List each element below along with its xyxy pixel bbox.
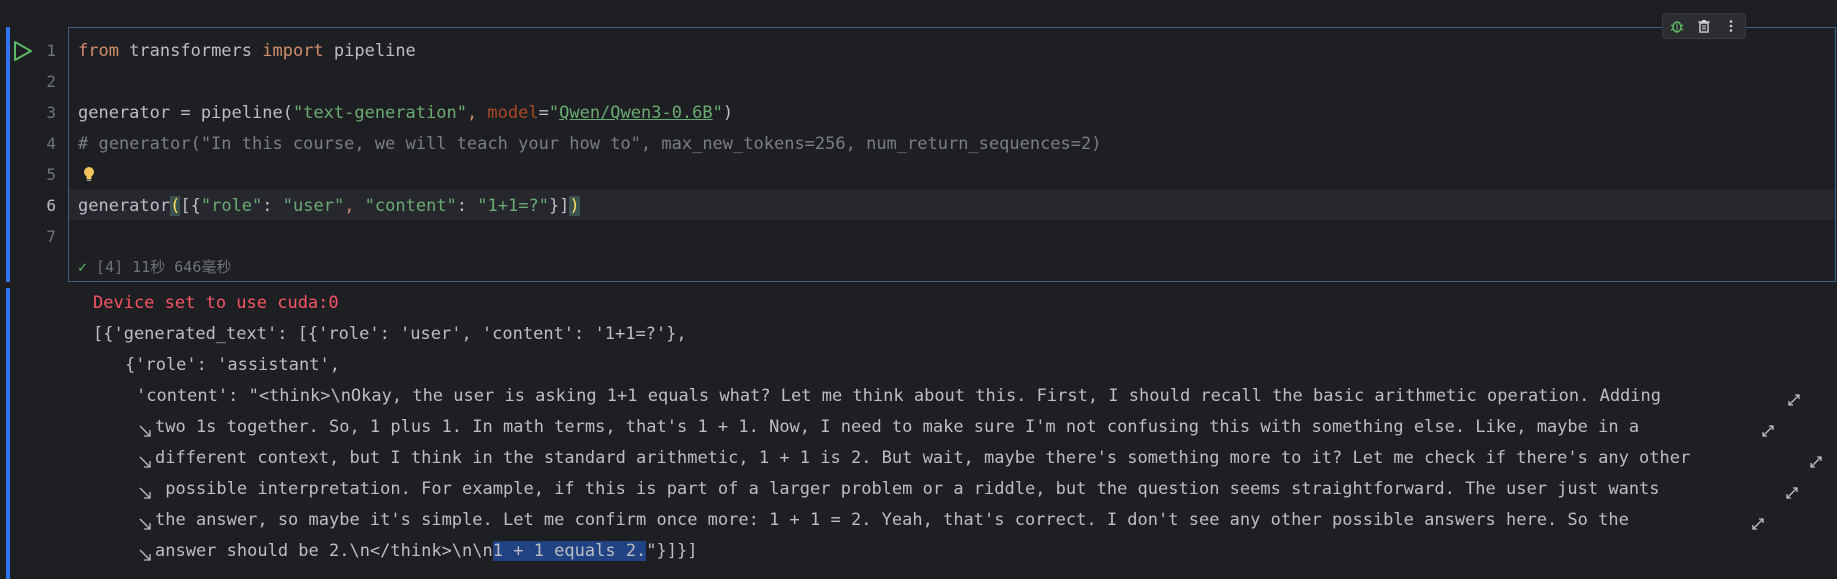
execution-status: ✓ [4] 11秒 646毫秒: [78, 257, 231, 277]
model-link[interactable]: Qwen/Qwen3-0.6B: [559, 103, 713, 123]
punctuation: ): [722, 103, 734, 123]
string-literal: "text-generation": [292, 103, 467, 123]
output-text: 'content': "<think>\nOkay, the user is a…: [136, 386, 1661, 406]
output-text: "}]}]: [646, 541, 698, 561]
code-line-1[interactable]: from transformers import pipeline: [78, 40, 416, 62]
output-line: answer should be 2.\n</think>\n\n1 + 1 e…: [155, 540, 697, 562]
output-line: {'role': 'assistant',: [125, 355, 340, 375]
lightbulb-icon[interactable]: [82, 166, 96, 182]
debug-icon[interactable]: [1668, 17, 1686, 35]
string-quote: ": [712, 103, 723, 123]
soft-wrap-icon: [1762, 425, 1774, 437]
keyword: import: [262, 41, 324, 61]
line-number: 1: [46, 41, 56, 60]
output-line: the answer, so maybe it's simple. Let me…: [155, 509, 1629, 531]
punctuation: [{: [180, 196, 201, 216]
string-literal: "content": [364, 196, 457, 216]
soft-wrap-icon: [1786, 487, 1798, 499]
parameter-name: model: [487, 103, 539, 123]
code-line-4-comment[interactable]: # generator("In this course, we will tea…: [78, 133, 1102, 155]
string-literal: "role": [200, 196, 263, 216]
line-number: 2: [46, 72, 56, 91]
cell-marker-input: [6, 27, 10, 282]
more-vertical-icon[interactable]: [1722, 17, 1740, 35]
soft-wrap-icon: [1810, 456, 1822, 468]
punctuation: :: [262, 196, 283, 216]
output-text: different context, but I think in the st…: [155, 448, 1691, 468]
keyword: from: [78, 41, 119, 61]
line-number: 5: [46, 165, 56, 184]
output-text: answer should be 2.\n</think>\n\n: [155, 541, 493, 561]
module-name: transformers: [118, 41, 263, 61]
output-text: two 1s together. So, 1 plus 1. In math t…: [155, 417, 1640, 437]
output-text: possible interpretation. For example, if…: [155, 479, 1660, 499]
string-literal: "1+1=?": [477, 196, 549, 216]
play-icon: [14, 41, 32, 61]
line-number: 7: [46, 227, 56, 246]
identifier: generator = pipeline(: [78, 103, 293, 123]
run-cell-button[interactable]: [12, 40, 34, 62]
identifier: pipeline: [323, 41, 416, 61]
wrap-continuation-icon: [139, 425, 151, 437]
cell-marker-output: [6, 288, 10, 579]
output-line: different context, but I think in the st…: [155, 447, 1690, 469]
wrap-continuation-icon: [139, 487, 151, 499]
line-number: 4: [46, 134, 56, 153]
check-icon: ✓: [78, 258, 88, 276]
identifier: generator: [78, 196, 171, 216]
selected-text[interactable]: 1 + 1 equals 2.: [492, 541, 647, 561]
matched-paren: ): [569, 196, 580, 216]
output-line: two 1s together. So, 1 plus 1. In math t…: [155, 416, 1639, 438]
punctuation: ,: [344, 196, 365, 216]
wrap-continuation-icon: [139, 549, 151, 561]
code-line-6[interactable]: generator([{"role": "user", "content": "…: [78, 195, 580, 217]
punctuation: }]: [548, 196, 570, 216]
soft-wrap-icon: [1788, 394, 1800, 406]
output-text: the answer, so maybe it's simple. Let me…: [155, 510, 1629, 530]
line-number-current: 6: [46, 196, 56, 215]
punctuation: ,: [466, 103, 488, 123]
execution-time: [4] 11秒 646毫秒: [87, 258, 232, 276]
wrap-continuation-icon: [139, 518, 151, 530]
cell-toolbar: [1662, 13, 1746, 39]
output-line: [{'generated_text': [{'role': 'user', 'c…: [93, 324, 687, 344]
string-literal: "user": [282, 196, 345, 216]
output-line: possible interpretation. For example, if…: [155, 478, 1660, 500]
soft-wrap-icon: [1752, 518, 1764, 530]
code-line-3[interactable]: generator = pipeline("text-generation", …: [78, 102, 733, 124]
operator: =: [538, 103, 549, 123]
wrap-continuation-icon: [139, 456, 151, 468]
string-quote: ": [548, 103, 560, 123]
matched-paren: (: [170, 196, 181, 216]
output-line: 'content': "<think>\nOkay, the user is a…: [136, 385, 1661, 407]
trash-icon[interactable]: [1695, 17, 1713, 35]
line-number: 3: [46, 103, 56, 122]
output-warning: Device set to use cuda:0: [93, 293, 339, 313]
punctuation: :: [456, 196, 478, 216]
